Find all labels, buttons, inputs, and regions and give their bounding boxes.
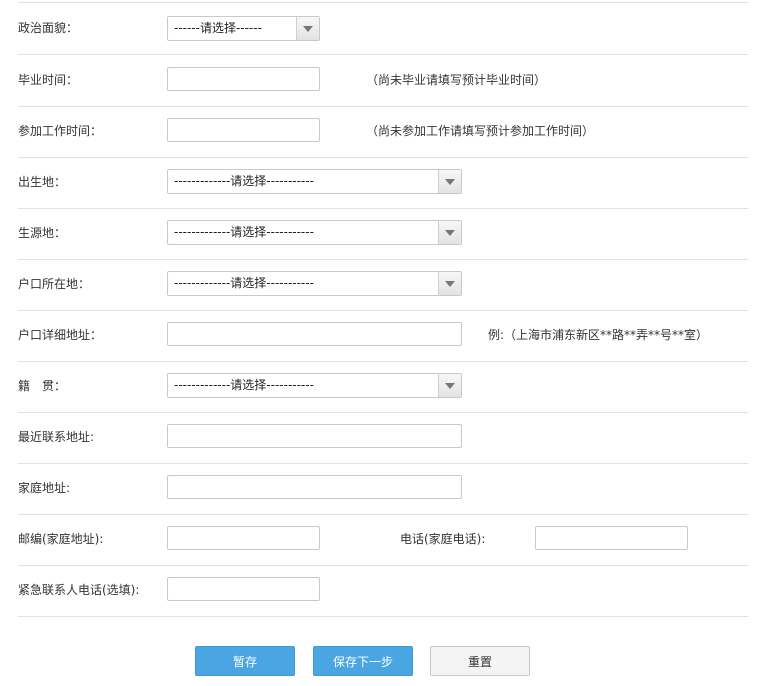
political-select-value: ------请选择------ [174,21,262,35]
chevron-down-icon[interactable] [438,272,461,295]
postcode-label: 邮编(家庭地址): [18,532,104,546]
postcode-input[interactable] [167,526,320,550]
work-start-label: 参加工作时间： [18,124,103,138]
row-hukou-address: 户口详细地址： 例:（上海市浦东新区**路**弄**号**室） [18,310,748,362]
hukou-select[interactable]: -------------请选择----------- [167,271,462,296]
save-draft-button[interactable]: 暂存 [195,646,295,676]
chevron-down-icon[interactable] [438,170,461,193]
graduation-hint: （尚未毕业请填写预计毕业时间） [366,73,547,87]
birthplace-select[interactable]: -------------请选择----------- [167,169,462,194]
native-place-select[interactable]: -------------请选择----------- [167,373,462,398]
row-home-address: 家庭地址: [18,463,748,515]
hukou-label: 户口所在地： [18,277,91,291]
chevron-down-icon[interactable] [438,374,461,397]
home-phone-input[interactable] [535,526,688,550]
row-postcode-phone: 邮编(家庭地址): 电话(家庭电话): [18,514,748,566]
origin-label: 生源地： [18,226,67,240]
home-address-input[interactable] [167,475,462,499]
birthplace-label: 出生地： [18,175,67,189]
recent-address-label: 最近联系地址: [18,430,95,444]
hukou-address-input[interactable] [167,322,462,346]
recent-address-input[interactable] [167,424,462,448]
origin-select-value: -------------请选择----------- [174,225,314,239]
hukou-address-hint: 例:（上海市浦东新区**路**弄**号**室） [488,328,709,342]
hukou-address-label: 户口详细地址： [18,328,103,342]
emergency-phone-input[interactable] [167,577,320,601]
emergency-phone-label: 紧急联系人电话(选填): [18,583,140,597]
political-label: 政治面貌： [18,21,79,35]
birthplace-select-value: -------------请选择----------- [174,174,314,188]
row-birthplace: 出生地： -------------请选择----------- [18,157,748,209]
reset-button[interactable]: 重置 [430,646,530,676]
row-recent-address: 最近联系地址: [18,412,748,464]
row-hukou: 户口所在地： -------------请选择----------- [18,259,748,311]
work-start-hint: （尚未参加工作请填写预计参加工作时间） [366,124,595,138]
native-place-label: 籍 贯： [18,379,67,393]
graduation-input[interactable] [167,67,320,91]
row-native-place: 籍 贯： -------------请选择----------- [18,361,748,413]
row-emergency-phone: 紧急联系人电话(选填): [18,565,748,617]
row-political: 政治面貌： ------请选择------ [18,3,748,55]
chevron-down-icon[interactable] [438,221,461,244]
work-start-input[interactable] [167,118,320,142]
graduation-label: 毕业时间： [18,73,79,87]
hukou-select-value: -------------请选择----------- [174,276,314,290]
row-graduation: 毕业时间： （尚未毕业请填写预计毕业时间） [18,55,748,107]
save-next-button[interactable]: 保存下一步 [313,646,413,676]
political-select[interactable]: ------请选择------ [167,16,320,41]
home-phone-label: 电话(家庭电话): [400,532,486,546]
row-origin: 生源地： -------------请选择----------- [18,208,748,260]
origin-select[interactable]: -------------请选择----------- [167,220,462,245]
chevron-down-icon[interactable] [296,17,319,40]
native-place-select-value: -------------请选择----------- [174,378,314,392]
home-address-label: 家庭地址: [18,481,71,495]
row-work-start: 参加工作时间： （尚未参加工作请填写预计参加工作时间） [18,106,748,158]
